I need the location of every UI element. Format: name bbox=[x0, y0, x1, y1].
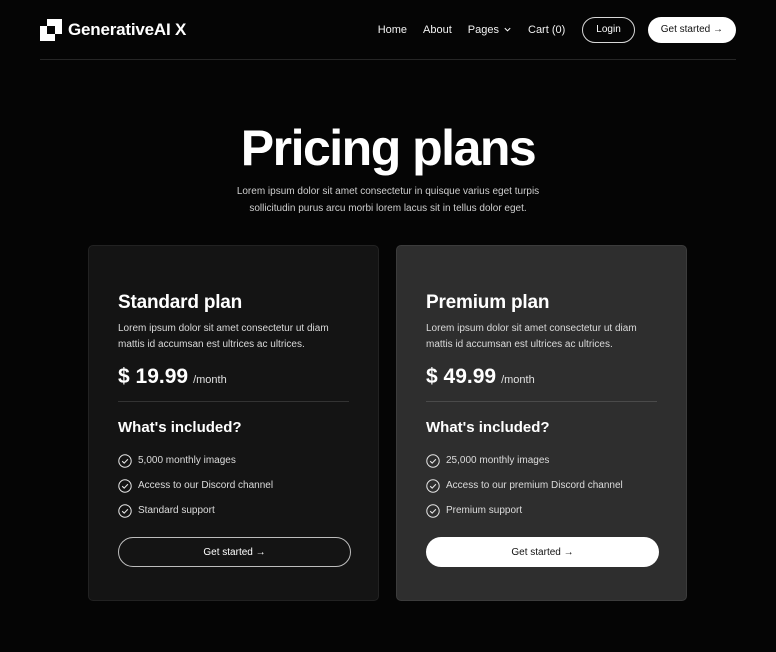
plan-price: $ 19.99 bbox=[118, 365, 189, 388]
plan-name: Premium plan bbox=[426, 292, 550, 313]
nav-cart-label: Cart (0) bbox=[528, 23, 566, 36]
price-row: $ 19.99 /month bbox=[118, 365, 349, 395]
feature-label: Standard support bbox=[138, 505, 215, 516]
premium-plan-card: Premium plan Lorem ipsum dolor sit amet … bbox=[396, 245, 687, 601]
check-circle-icon bbox=[426, 478, 440, 493]
plan-period: /month bbox=[501, 374, 535, 386]
nav-pages-label: Pages bbox=[467, 23, 499, 36]
chevron-down-icon bbox=[504, 27, 511, 32]
brand-logo-icon bbox=[40, 18, 62, 41]
feature-item: Standard support bbox=[118, 498, 349, 523]
feature-item: 25,000 monthly images bbox=[426, 448, 657, 473]
site-header: GenerativeAI X Home About Pages Cart (0)… bbox=[40, 0, 736, 60]
header-get-started-button[interactable]: Get started → bbox=[647, 16, 736, 43]
plan-description: Lorem ipsum dolor sit amet consectetur u… bbox=[426, 323, 637, 350]
subtitle-line-2: sollicitudin purus arcu morbi lorem lacu… bbox=[249, 203, 527, 214]
subtitle-line-1: Lorem ipsum dolor sit amet consectetur i… bbox=[236, 186, 540, 197]
feature-list: 25,000 monthly images Access to our prem… bbox=[426, 448, 657, 523]
nav-cart-link[interactable]: Cart (0) bbox=[528, 24, 565, 36]
feature-item: Access to our premium Discord channel bbox=[426, 473, 657, 498]
divider bbox=[426, 401, 657, 402]
price-row: $ 49.99 /month bbox=[426, 365, 657, 395]
login-button[interactable]: Login bbox=[582, 16, 635, 43]
plan-description: Lorem ipsum dolor sit amet consectetur u… bbox=[118, 323, 329, 350]
premium-get-started-button[interactable]: Get started → bbox=[426, 537, 659, 567]
feature-label: Premium support bbox=[446, 505, 523, 516]
check-circle-icon bbox=[426, 453, 440, 468]
included-heading: What's included? bbox=[118, 419, 242, 436]
nav-home-label: Home bbox=[377, 23, 408, 36]
feature-item: 5,000 monthly images bbox=[118, 448, 349, 473]
plan-name: Standard plan bbox=[118, 292, 243, 313]
standard-plan-card: Standard plan Lorem ipsum dolor sit amet… bbox=[88, 245, 379, 601]
nav-pages-dropdown[interactable]: Pages bbox=[468, 24, 512, 36]
nav-about-label: About bbox=[423, 23, 452, 36]
page-subtitle: Lorem ipsum dolor sit amet consectetur i… bbox=[200, 183, 576, 217]
main-nav: Home About Pages Cart (0) Login Get star… bbox=[378, 16, 736, 43]
check-circle-icon bbox=[118, 478, 132, 493]
nav-about-link[interactable]: About bbox=[423, 24, 452, 36]
feature-label: Access to our Discord channel bbox=[138, 480, 274, 491]
feature-label: 5,000 monthly images bbox=[138, 455, 236, 466]
feature-item: Premium support bbox=[426, 498, 657, 523]
feature-item: Access to our Discord channel bbox=[118, 473, 349, 498]
divider bbox=[118, 401, 349, 402]
included-heading: What's included? bbox=[426, 419, 550, 436]
page-title: Pricing plans bbox=[240, 120, 537, 176]
feature-label: Access to our premium Discord channel bbox=[446, 480, 623, 491]
brand-name: GenerativeAI X bbox=[68, 19, 187, 39]
nav-home-link[interactable]: Home bbox=[378, 24, 407, 36]
plan-price: $ 49.99 bbox=[426, 365, 497, 388]
check-circle-icon bbox=[118, 453, 132, 468]
plan-period: /month bbox=[193, 374, 227, 386]
check-circle-icon bbox=[118, 503, 132, 518]
feature-list: 5,000 monthly images Access to our Disco… bbox=[118, 448, 349, 523]
brand[interactable]: GenerativeAI X bbox=[40, 18, 187, 41]
feature-label: 25,000 monthly images bbox=[446, 455, 550, 466]
standard-get-started-button[interactable]: Get started → bbox=[118, 537, 351, 567]
check-circle-icon bbox=[426, 503, 440, 518]
